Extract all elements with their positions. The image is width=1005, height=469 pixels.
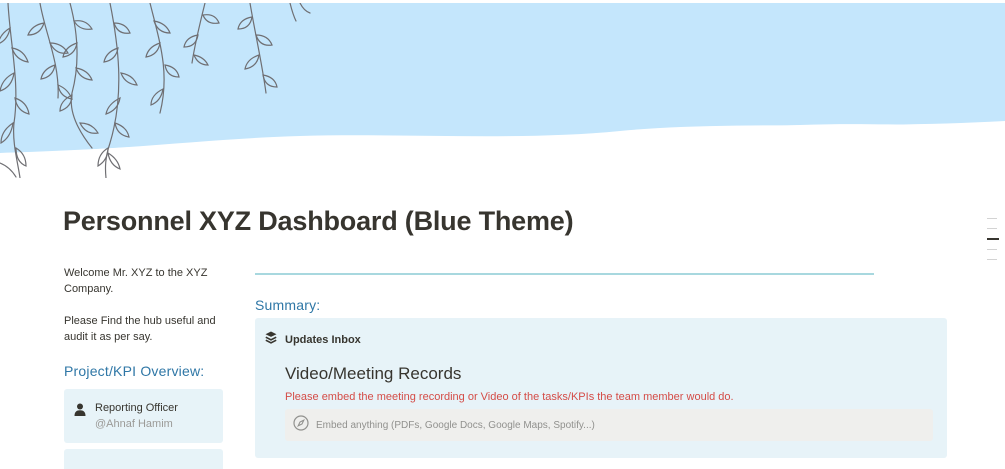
welcome-text: Welcome Mr. XYZ to the XYZ Company. — [64, 267, 208, 295]
page-title: Personnel XYZ Dashboard (Blue Theme) — [63, 206, 574, 236]
updates-inbox-label: Updates Inbox — [285, 334, 361, 346]
officer-title: Reporting Officer — [95, 402, 178, 414]
embed-placeholder: Embed anything (PDFs, Google Docs, Googl… — [316, 419, 595, 431]
officer-mention[interactable]: @Ahnaf Hamim — [95, 418, 173, 430]
kpi-overview-heading: Project/KPI Overview: — [64, 363, 205, 379]
cover-image[interactable] — [0, 3, 1005, 178]
video-records-description: Please embed the meeting recording or Vi… — [285, 391, 734, 403]
outline-marker[interactable] — [987, 218, 997, 219]
outline-marker[interactable] — [987, 249, 997, 250]
outline-marker[interactable] — [987, 259, 997, 260]
person-icon — [74, 403, 86, 421]
compass-icon — [293, 414, 309, 436]
overview-card[interactable] — [64, 449, 223, 469]
layers-icon — [265, 331, 277, 349]
embed-block[interactable]: Embed anything (PDFs, Google Docs, Googl… — [285, 409, 933, 441]
outline-navigator[interactable] — [987, 218, 999, 269]
note-text: Please Find the hub useful and audit it … — [64, 315, 216, 343]
cover-illustration — [0, 3, 1005, 178]
reporting-officer-card[interactable]: Reporting Officer @Ahnaf Hamim — [64, 389, 223, 443]
video-records-heading: Video/Meeting Records — [285, 364, 462, 383]
updates-inbox-callout: Updates Inbox Video/Meeting Records Plea… — [255, 318, 947, 458]
divider — [255, 273, 874, 275]
summary-heading: Summary: — [255, 297, 321, 313]
outline-marker[interactable] — [987, 228, 997, 229]
updates-inbox-header[interactable]: Updates Inbox — [265, 331, 361, 349]
left-column: Welcome Mr. XYZ to the XYZ Company. Plea… — [64, 265, 224, 469]
outline-marker-active[interactable] — [987, 238, 999, 240]
